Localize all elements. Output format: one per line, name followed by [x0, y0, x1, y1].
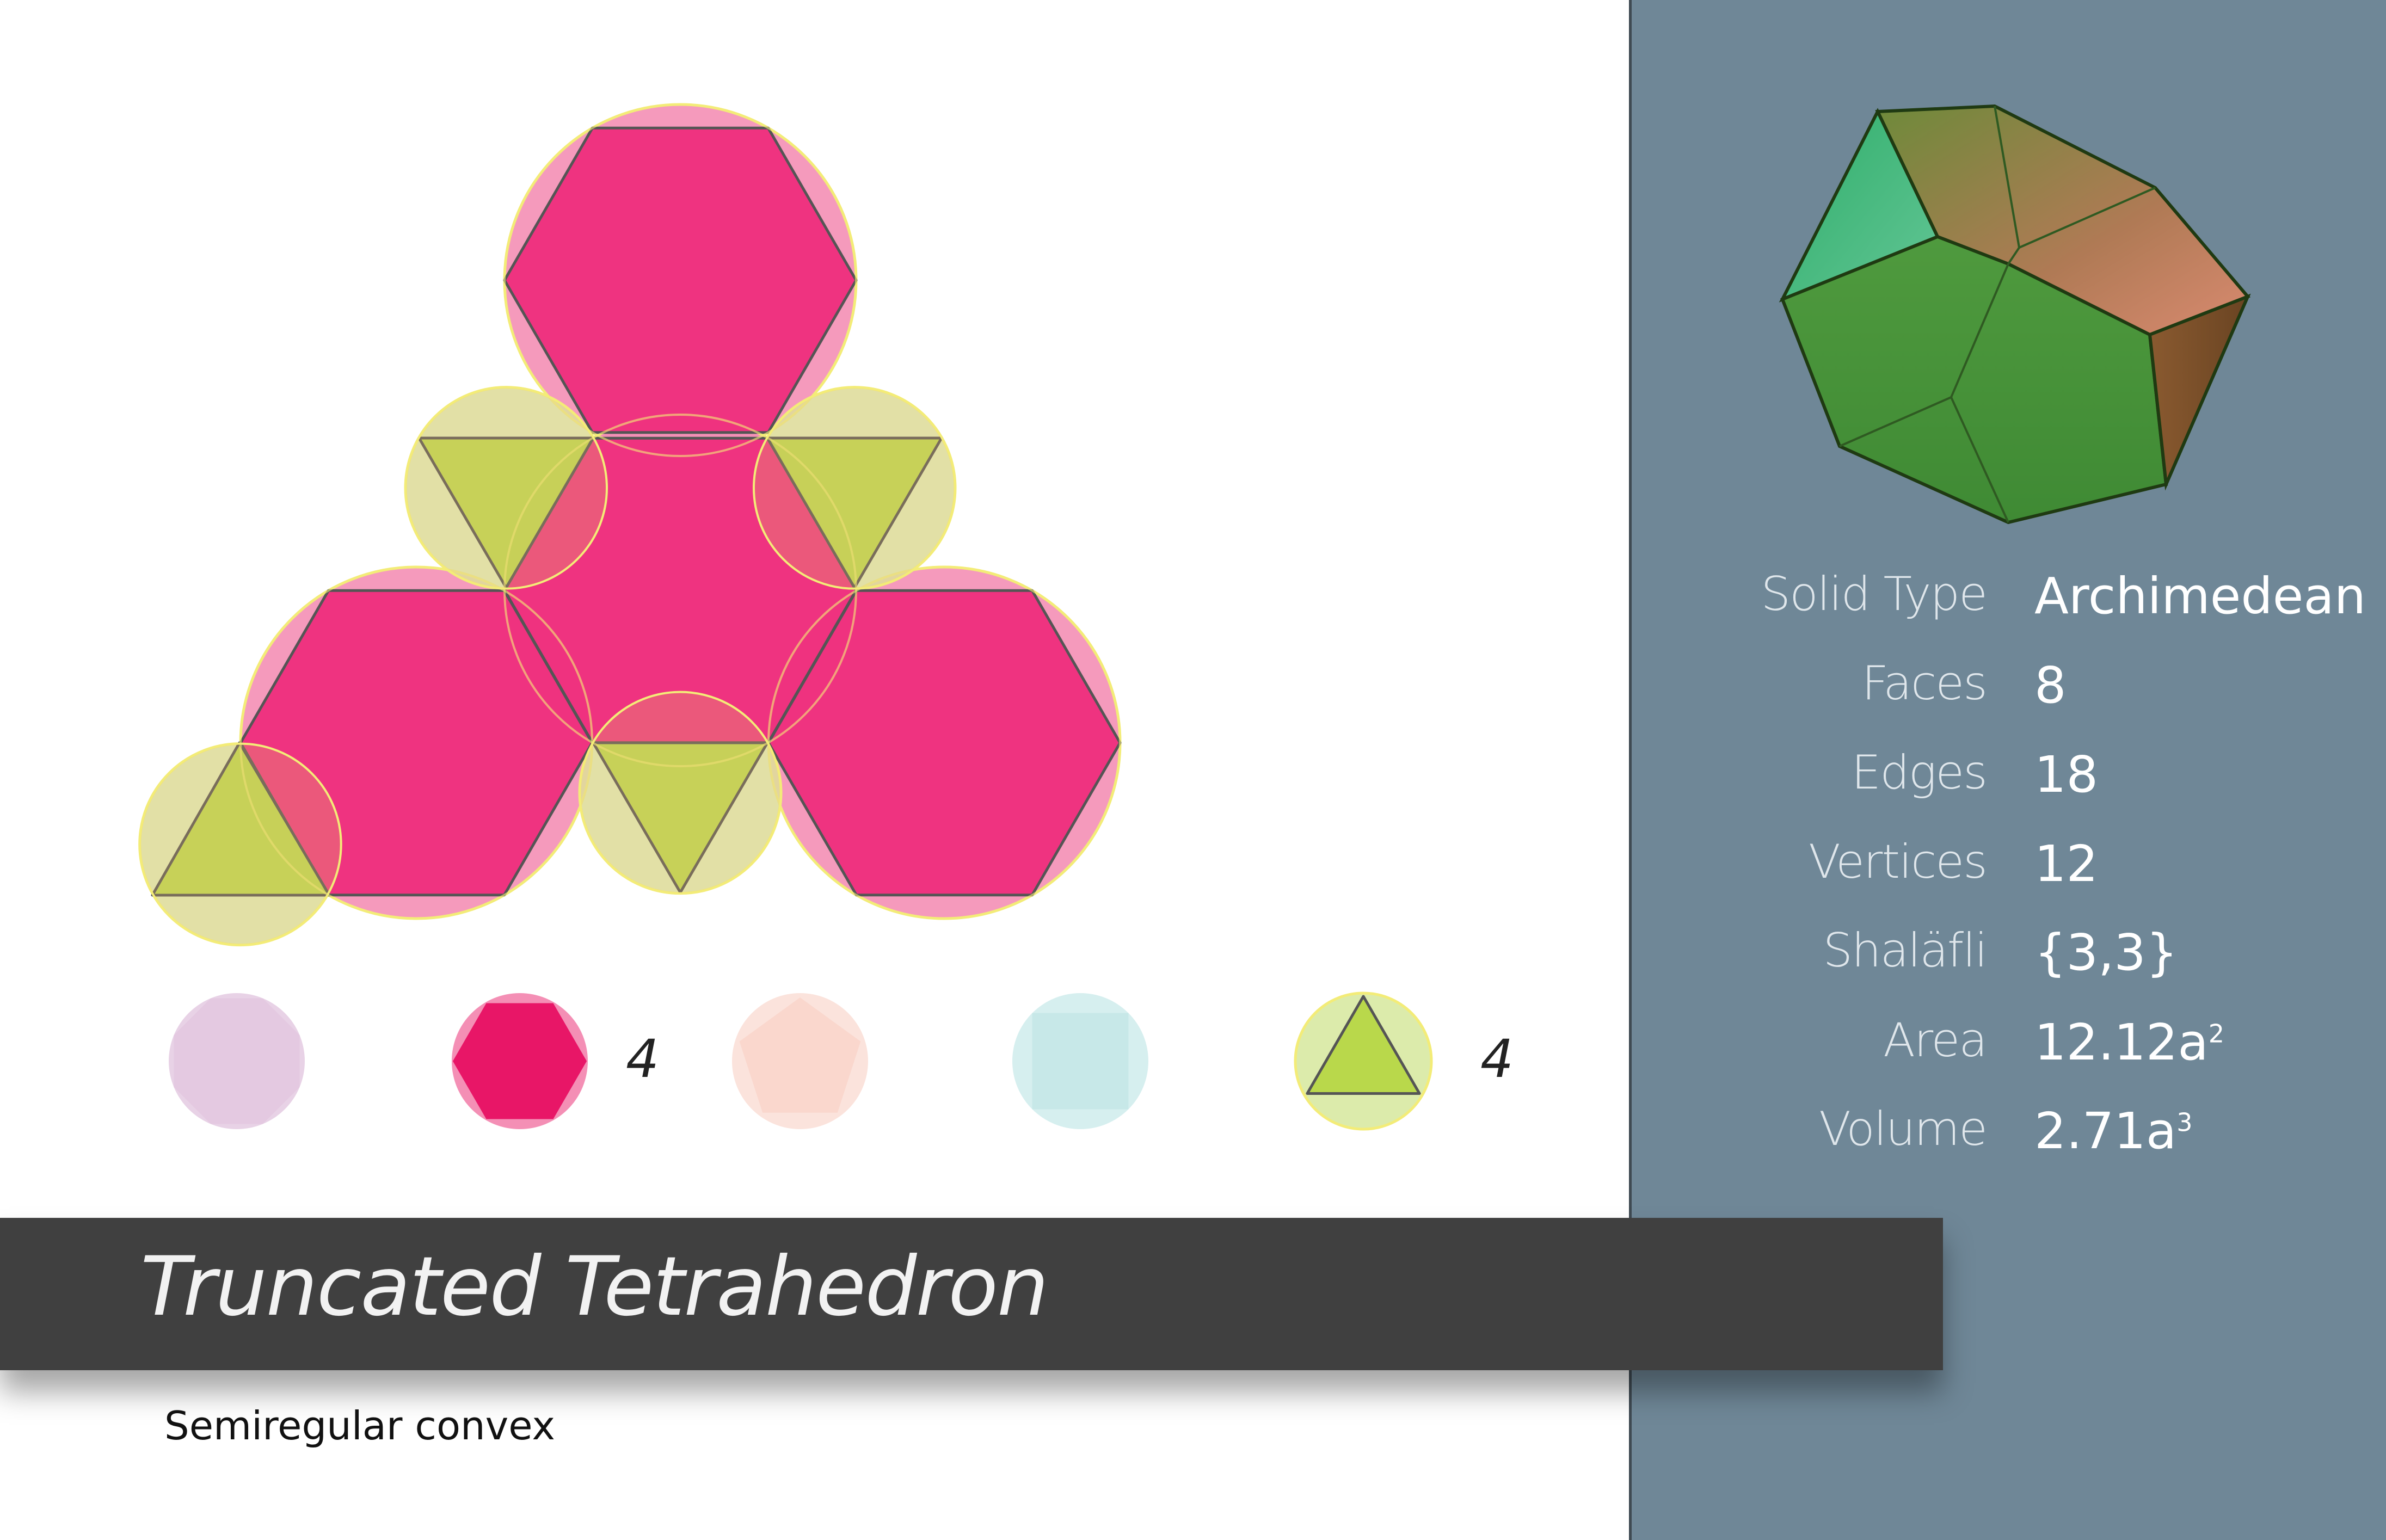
property-value: 12.12a2 — [2034, 1013, 2225, 1071]
legend-count-triangle: 4 — [1480, 1028, 1514, 1089]
legend-octagon-icon — [174, 998, 300, 1124]
property-value: 8 — [2034, 656, 2067, 714]
title-bar: Truncated Tetrahedron — [0, 1218, 1943, 1370]
property-label: Edges — [1851, 746, 1988, 800]
page-subtitle: Semiregular convex — [164, 1403, 555, 1449]
property-label: Solid Type — [1761, 567, 1988, 621]
property-value: 12 — [2034, 835, 2099, 893]
property-label: Shaläfli — [1823, 923, 1988, 978]
truncated-tetrahedron-render — [1779, 104, 2251, 525]
property-label: Area — [1883, 1013, 1988, 1068]
legend-square-icon — [1032, 1013, 1129, 1110]
property-value: Archimedean — [2034, 567, 2366, 625]
triangle-circle-overlay — [753, 386, 956, 590]
triangle-circle-overlay — [579, 691, 782, 895]
page-title: Truncated Tetrahedron — [140, 1240, 1049, 1334]
legend-count-hexagon: 4 — [626, 1028, 660, 1089]
triangle-circle-overlay — [404, 386, 608, 590]
property-label: Volume — [1819, 1102, 1988, 1156]
property-value: 2.71a3 — [2034, 1102, 2193, 1160]
property-label: Vertices — [1808, 835, 1988, 889]
triangle-circle-overlay — [138, 742, 342, 946]
property-value: {3,3} — [2034, 923, 2178, 982]
property-value: 18 — [2034, 746, 2099, 804]
property-label: Faces — [1861, 656, 1988, 711]
